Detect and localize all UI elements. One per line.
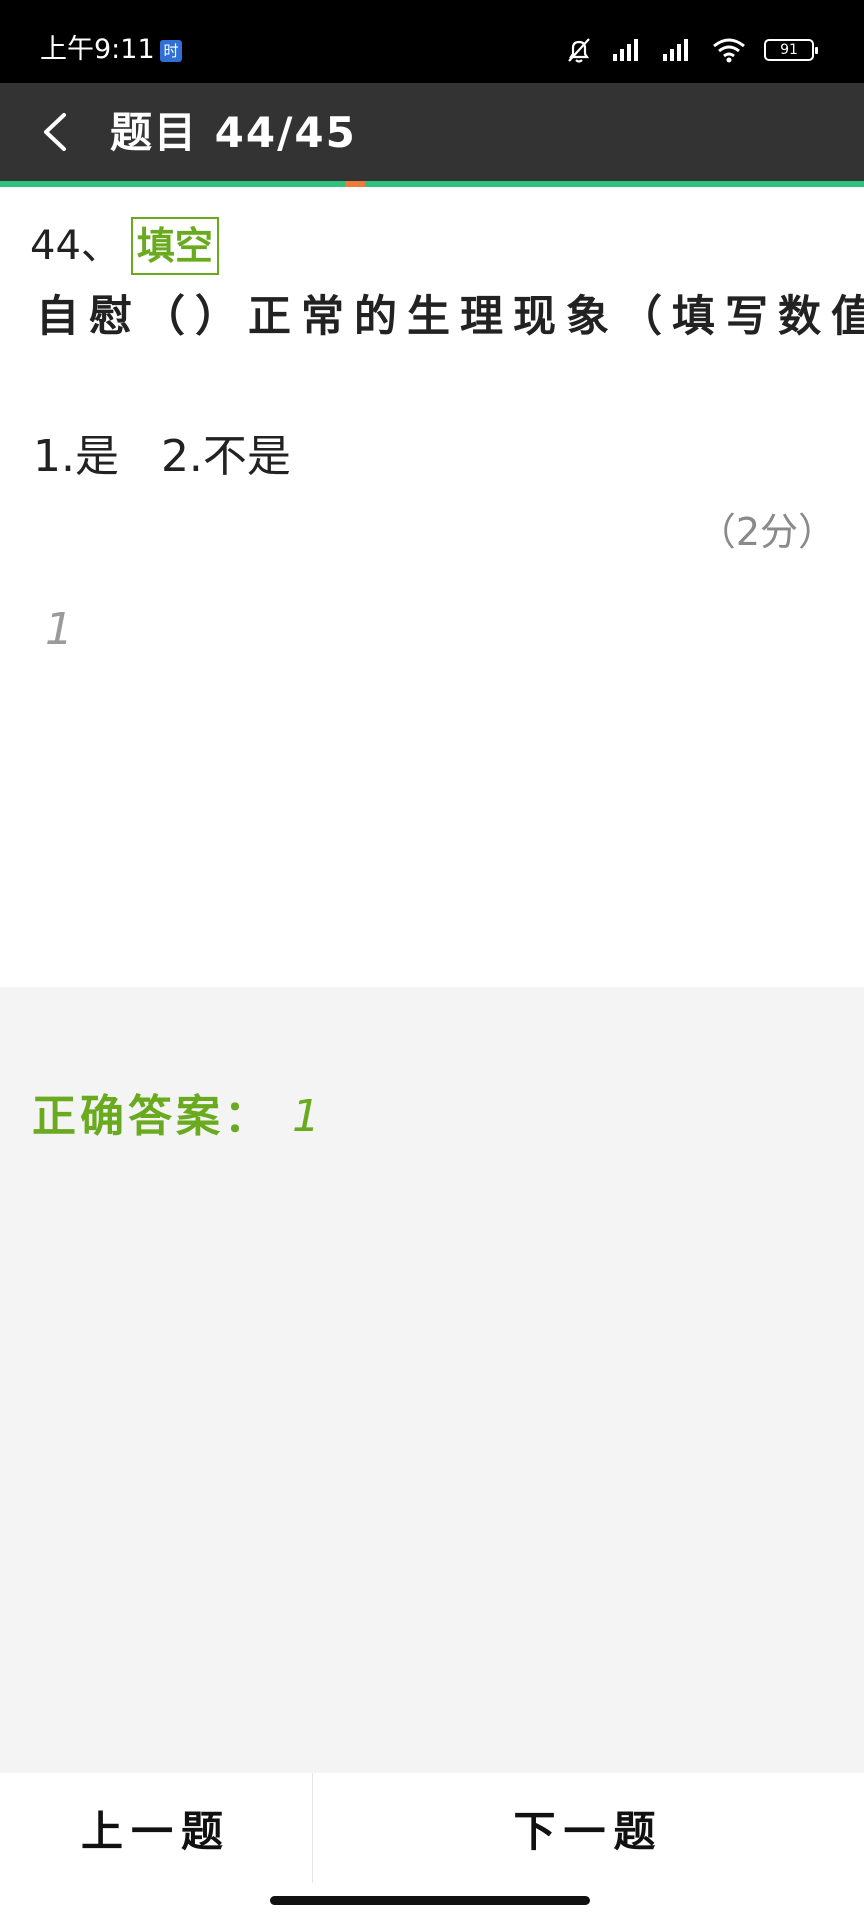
- question-header: 44、 填空: [30, 217, 219, 275]
- previous-question-button[interactable]: 上一题: [0, 1773, 313, 1883]
- question-score: （2分）: [697, 510, 836, 554]
- status-bar: 上午9:11 时 91: [0, 0, 864, 83]
- mute-bell-icon: [568, 38, 590, 63]
- page-title: 题目 44/45: [110, 108, 357, 157]
- signal-icon: [613, 39, 638, 61]
- chevron-left-icon: [44, 113, 66, 151]
- signal-icon: [663, 39, 688, 61]
- status-icons: 91: [564, 33, 818, 67]
- home-indicator[interactable]: [270, 1896, 590, 1905]
- bottom-nav: 上一题 下一题: [0, 1773, 864, 1883]
- battery-icon: 91: [764, 39, 818, 61]
- next-question-button[interactable]: 下一题: [313, 1773, 864, 1883]
- app-bar: 题目 44/45: [0, 83, 864, 181]
- answer-panel: 正确答案： 1: [0, 987, 864, 1773]
- question-panel: 44、 填空 自慰（）正常的生理现象（填写数值 1.是 2.不是 （2分） 1: [0, 187, 864, 987]
- question-options: 1.是 2.不是: [33, 431, 291, 482]
- back-button[interactable]: [28, 103, 86, 161]
- wifi-icon: [713, 38, 745, 63]
- question-number: 44、: [30, 223, 121, 269]
- correct-answer-value: 1: [292, 1091, 324, 1142]
- correct-answer: 正确答案： 1: [32, 1087, 324, 1147]
- correct-answer-label: 正确答案：: [32, 1091, 272, 1142]
- question-type-badge: 填空: [130, 217, 219, 275]
- status-time: 上午9:11: [40, 34, 155, 65]
- user-answer: 1: [45, 604, 73, 655]
- status-notification-badge: 时: [160, 40, 182, 62]
- question-text: 自慰（）正常的生理现象（填写数值: [36, 292, 864, 342]
